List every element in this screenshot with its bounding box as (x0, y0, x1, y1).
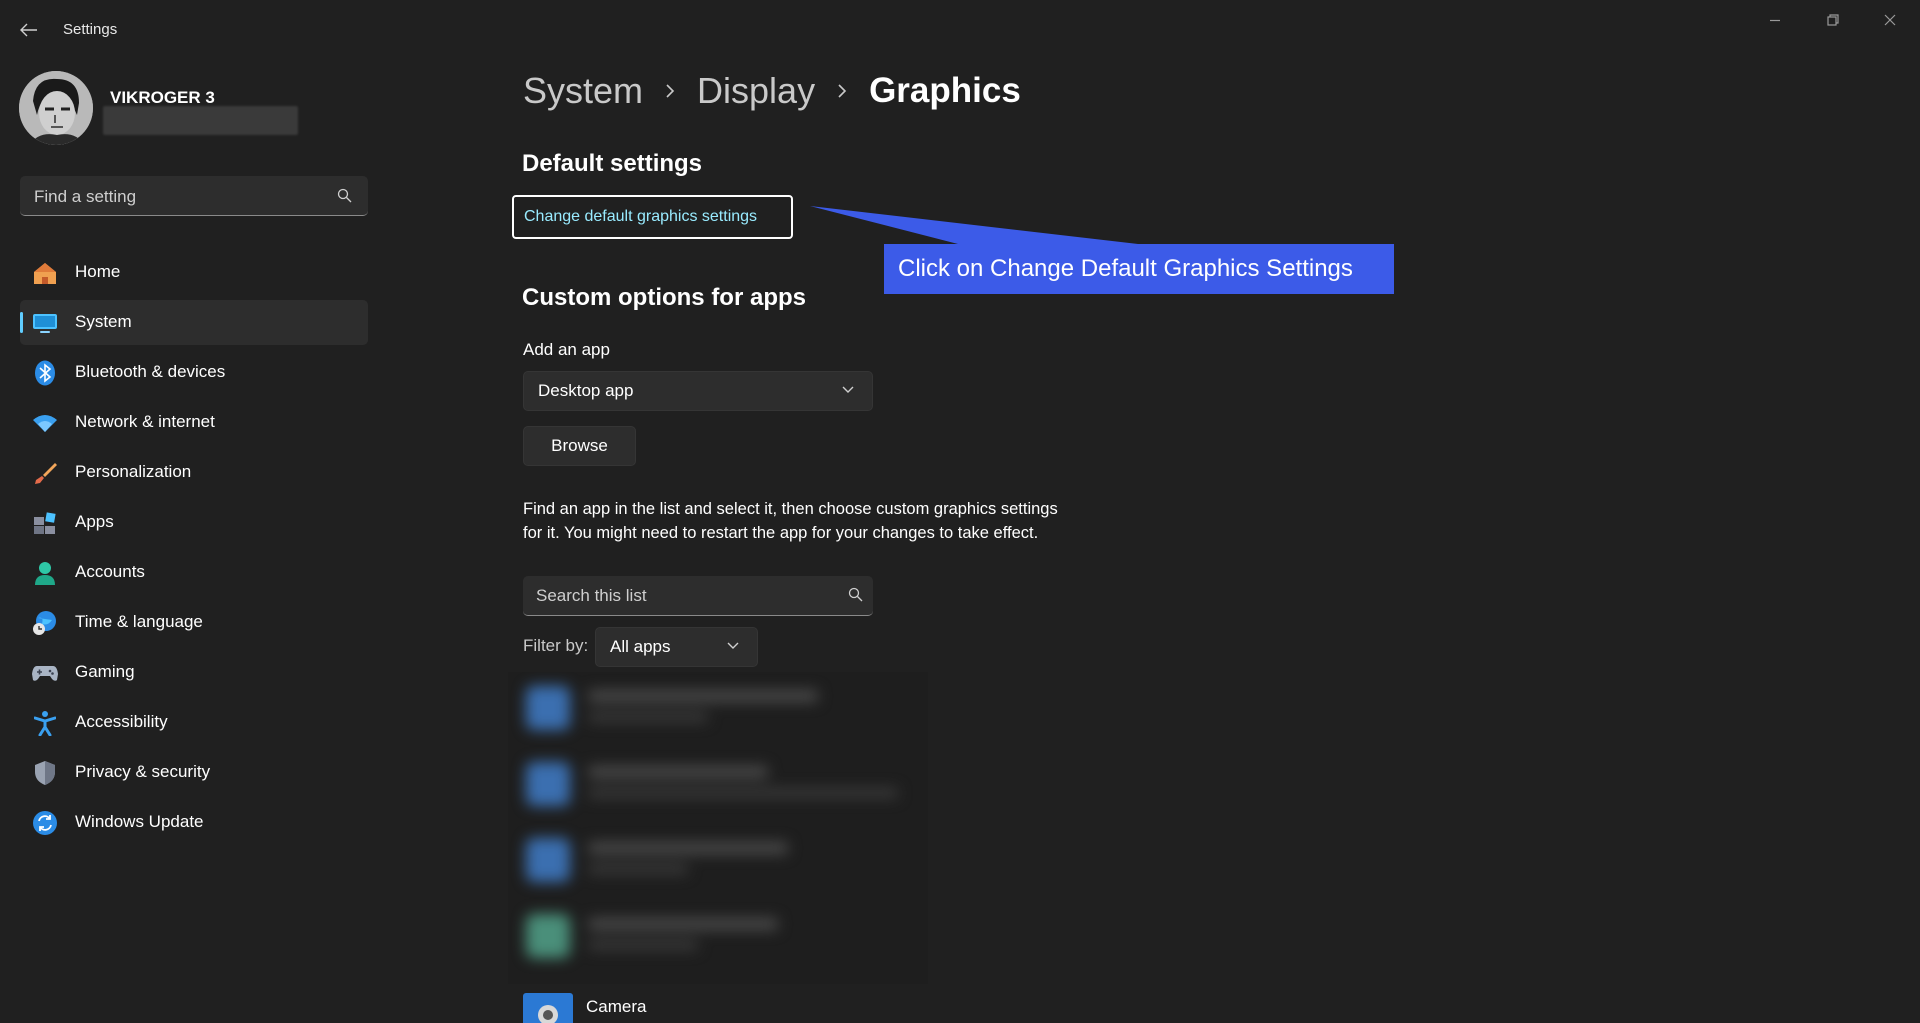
list-item[interactable] (508, 748, 928, 818)
chevron-down-icon (727, 642, 739, 649)
avatar (19, 71, 93, 145)
sidebar-item-label: Bluetooth & devices (75, 362, 226, 381)
user-name: VIKROGER 3 (110, 88, 215, 107)
search-icon (337, 188, 352, 203)
instruction-callout: Click on Change Default Graphics Setting… (884, 244, 1394, 294)
gamepad-icon (32, 660, 58, 686)
close-button[interactable] (1867, 8, 1913, 32)
sidebar-item-bluetooth[interactable]: Bluetooth & devices (20, 350, 368, 395)
close-icon (1884, 14, 1896, 26)
sidebar-item-label: Personalization (75, 462, 192, 481)
person-icon (32, 560, 58, 586)
shield-icon (32, 760, 58, 786)
description-text: Find an app in the list and select it, t… (523, 500, 1058, 542)
sidebar-item-label: Network & internet (75, 412, 215, 431)
bluetooth-icon (32, 360, 58, 386)
change-default-graphics-link-text: Change default graphics settings (524, 208, 758, 225)
sidebar-item-privacy[interactable]: Privacy & security (20, 750, 368, 795)
sidebar-item-label: Windows Update (75, 812, 204, 831)
app-type-value: Desktop app (538, 381, 634, 400)
app-list-redacted (508, 672, 928, 984)
sidebar-item-label: Apps (75, 512, 114, 531)
brush-icon (32, 460, 58, 486)
globe-clock-icon (32, 610, 58, 636)
add-app-label: Add an app (523, 340, 610, 359)
sidebar-item-network[interactable]: Network & internet (20, 400, 368, 445)
callout-arrow (810, 206, 1138, 244)
breadcrumb: System Display Graphics (523, 70, 1021, 112)
breadcrumb-display[interactable]: Display (697, 70, 815, 112)
restore-icon (1827, 14, 1839, 26)
accessibility-icon (32, 710, 58, 736)
sidebar-item-home[interactable]: Home (20, 250, 368, 295)
search-placeholder: Find a setting (34, 187, 137, 206)
list-item[interactable] (508, 900, 928, 970)
custom-options-heading: Custom options for apps (522, 284, 806, 311)
default-settings-heading: Default settings (522, 150, 703, 177)
sidebar-item-personalization[interactable]: Personalization (20, 450, 368, 495)
list-search-input[interactable]: Search this list (523, 576, 873, 616)
sidebar-item-label: Gaming (75, 662, 135, 681)
sidebar-item-system[interactable]: System (20, 300, 368, 345)
list-search-placeholder: Search this list (536, 586, 647, 605)
sidebar-nav: Home System Bluetooth & devices Network … (20, 250, 368, 850)
change-default-graphics-link[interactable]: Change default graphics settings (512, 195, 793, 239)
app-type-dropdown[interactable]: Desktop app (523, 371, 873, 411)
update-icon (32, 810, 58, 836)
sidebar-item-label: Privacy & security (75, 762, 211, 781)
sidebar-item-label: Home (75, 262, 121, 281)
monitor-icon (32, 310, 58, 336)
home-icon (32, 260, 58, 286)
minimize-icon (1770, 19, 1780, 22)
minimize-button[interactable] (1752, 8, 1798, 32)
app-title: Settings (63, 21, 118, 38)
browse-button[interactable]: Browse (523, 426, 636, 466)
wifi-icon (32, 410, 58, 436)
filter-value: All apps (610, 637, 671, 656)
restore-button[interactable] (1810, 8, 1856, 32)
sidebar-item-label: Time & language (75, 612, 203, 631)
apps-icon (32, 510, 58, 536)
list-item[interactable] (508, 824, 928, 894)
sidebar-item-label: Accounts (75, 562, 145, 581)
sidebar-item-accessibility[interactable]: Accessibility (20, 700, 368, 745)
sidebar-item-windows-update[interactable]: Windows Update (20, 800, 368, 845)
title-bar: Settings (0, 0, 1920, 60)
back-arrow-icon (20, 23, 37, 37)
sidebar-item-label: System (75, 312, 132, 331)
app-name: Camera (586, 997, 647, 1016)
sidebar-item-accounts[interactable]: Accounts (20, 550, 368, 595)
filter-dropdown[interactable]: All apps (595, 627, 758, 667)
sidebar-item-time-language[interactable]: Time & language (20, 600, 368, 645)
user-email-redacted (103, 106, 298, 135)
sidebar-item-gaming[interactable]: Gaming (20, 650, 368, 695)
search-input[interactable]: Find a setting (20, 176, 368, 216)
chevron-right-icon (665, 83, 675, 99)
filter-label: Filter by: (523, 636, 589, 655)
chevron-right-icon (837, 83, 847, 99)
breadcrumb-system[interactable]: System (523, 70, 643, 112)
chevron-down-icon (842, 386, 854, 393)
sidebar-item-apps[interactable]: Apps (20, 500, 368, 545)
sidebar-item-label: Accessibility (75, 712, 168, 731)
list-item[interactable] (508, 672, 928, 742)
back-button[interactable] (14, 16, 44, 44)
breadcrumb-graphics: Graphics (869, 71, 1021, 110)
search-icon (848, 587, 863, 602)
camera-icon (523, 993, 573, 1023)
